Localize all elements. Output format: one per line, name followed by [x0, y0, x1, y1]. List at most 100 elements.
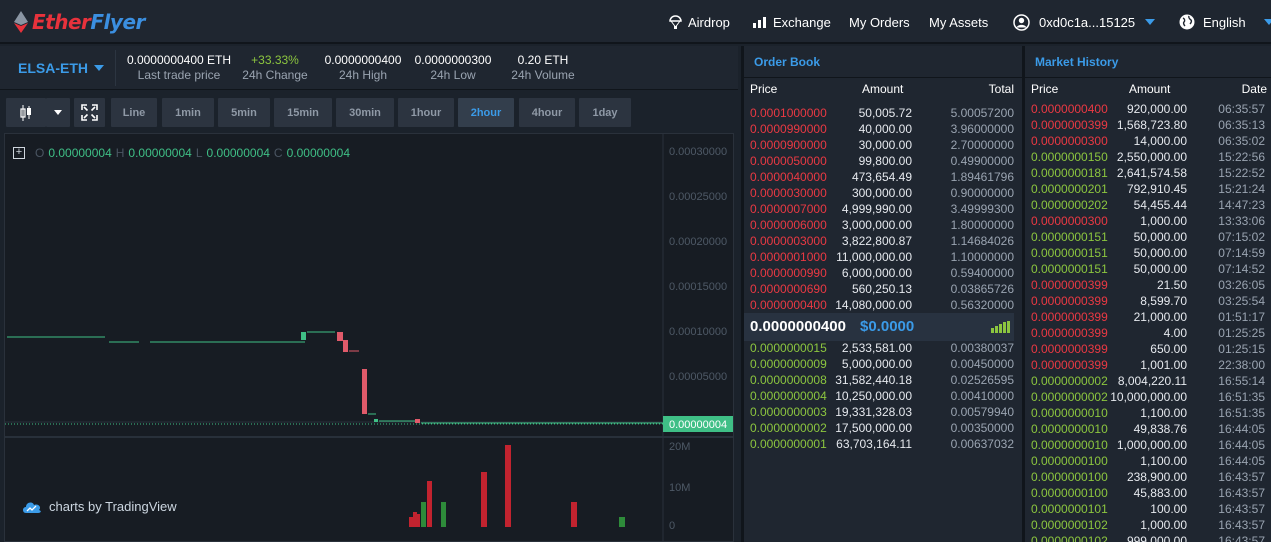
bid-total: 0.00350000: [950, 421, 1014, 435]
order-row[interactable]: 0.0000000102 999,000.00 16:43:57: [1025, 533, 1271, 542]
order-row[interactable]: 0.0000000100 238,900.00 16:43:57: [1025, 469, 1271, 485]
nav-my-assets[interactable]: My Assets: [929, 0, 988, 44]
order-row[interactable]: 0.0000000003 19,331,328.03 0.00579940: [744, 404, 1022, 420]
order-row[interactable]: 0.0000000399 4.00 01:25:25: [1025, 325, 1271, 341]
trade-time: 16:51:35: [1218, 390, 1265, 404]
plus-icon[interactable]: +: [13, 147, 25, 159]
order-row[interactable]: 0.0000000151 50,000.00 07:14:59: [1025, 245, 1271, 261]
order-row[interactable]: 0.0000990000 40,000.00 3.96000000: [744, 121, 1022, 137]
chart-type-button[interactable]: [6, 98, 46, 127]
order-row[interactable]: 0.0000001000 11,000,000.00 1.10000000: [744, 249, 1022, 265]
account-menu[interactable]: 0xd0c1a...15125: [1013, 0, 1156, 44]
mid-price: 0.0000000400: [750, 318, 846, 335]
order-row[interactable]: 0.0000000151 50,000.00 07:15:02: [1025, 229, 1271, 245]
order-row[interactable]: 0.0000000010 49,838.76 16:44:05: [1025, 421, 1271, 437]
interval-5min[interactable]: 5min: [218, 98, 270, 127]
ask-total: 0.56320000: [950, 298, 1014, 312]
order-row[interactable]: 0.0000000399 21,000.00 01:51:17: [1025, 309, 1271, 325]
order-row[interactable]: 0.0000000009 5,000,000.00 0.00450000: [744, 356, 1022, 372]
order-row[interactable]: 0.0000000002 8,004,220.11 16:55:14: [1025, 373, 1271, 389]
order-row[interactable]: 0.0000000399 1,568,723.80 06:35:13: [1025, 117, 1271, 133]
ohlc-low-label: L: [195, 146, 203, 160]
order-row[interactable]: 0.0000000002 10,000,000.00 16:51:35: [1025, 389, 1271, 405]
candles: [7, 331, 663, 424]
order-row[interactable]: 0.0000000100 45,883.00 16:43:57: [1025, 485, 1271, 501]
trade-price: 0.0000000151: [1031, 262, 1108, 276]
trade-amount: 1,001.00: [1140, 358, 1187, 372]
trade-amount: 8,004,220.11: [1117, 374, 1187, 388]
order-row[interactable]: 0.0000000202 54,455.44 14:47:23: [1025, 197, 1271, 213]
logo[interactable]: EtherFlyer: [14, 10, 145, 34]
order-row[interactable]: 0.0000000102 1,000.00 16:43:57: [1025, 517, 1271, 533]
ob-header-price: Price: [750, 82, 778, 96]
trade-amount: 1,568,723.80: [1116, 118, 1187, 132]
order-row[interactable]: 0.0000000399 8,599.70 03:25:54: [1025, 293, 1271, 309]
order-row[interactable]: 0.0000000015 2,533,581.00 0.00380037: [744, 340, 1022, 356]
order-row[interactable]: 0.0000007000 4,999,990.00 3.49999300: [744, 201, 1022, 217]
interval-1hour[interactable]: 1hour: [398, 98, 454, 127]
trade-time: 16:43:57: [1218, 518, 1265, 532]
order-row[interactable]: 0.0000000300 14,000.00 06:35:02: [1025, 133, 1271, 149]
order-row[interactable]: 0.0000030000 300,000.00 0.90000000: [744, 185, 1022, 201]
order-row[interactable]: 0.0000000181 2,641,574.58 15:22:52: [1025, 165, 1271, 181]
ohlc-high-value: 0.00000004: [128, 146, 192, 160]
interval-4hour[interactable]: 4hour: [519, 98, 575, 127]
ask-price: 0.0000030000: [750, 186, 827, 200]
order-row[interactable]: 0.0000000400 920,000.00 06:35:57: [1025, 101, 1271, 117]
nav-my-orders[interactable]: My Orders: [849, 0, 910, 44]
trade-price: 0.0000000102: [1031, 534, 1108, 542]
ask-price: 0.0000003000: [750, 234, 827, 248]
price-tick-label: 0.00030000: [669, 146, 727, 158]
nav-exchange[interactable]: Exchange: [752, 0, 831, 44]
tradingview-branding[interactable]: charts by TradingView: [21, 499, 177, 514]
order-row[interactable]: 0.0000000690 560,250.13 0.03865726: [744, 281, 1022, 297]
order-row[interactable]: 0.0000000399 21.50 03:26:05: [1025, 277, 1271, 293]
fullscreen-button[interactable]: [74, 98, 105, 127]
order-row[interactable]: 0.0000000100 1,100.00 16:44:05: [1025, 453, 1271, 469]
order-row[interactable]: 0.0000040000 473,654.49 1.89461796: [744, 169, 1022, 185]
nav-airdrop[interactable]: Airdrop: [669, 0, 730, 44]
last-price-stat: 0.0000000400 ETH Last trade price: [124, 53, 234, 83]
order-row[interactable]: 0.0000000010 1,000,000.00 16:44:05: [1025, 437, 1271, 453]
order-row[interactable]: 0.0000050000 99,800.00 0.49900000: [744, 153, 1022, 169]
order-row[interactable]: 0.0000000150 2,550,000.00 15:22:56: [1025, 149, 1271, 165]
order-row[interactable]: 0.0000000002 17,500,000.00 0.00350000: [744, 420, 1022, 436]
volume-value: 0.20 ETH: [517, 53, 569, 67]
ask-price: 0.0000000400: [750, 298, 827, 312]
low-label: 24h Low: [430, 68, 476, 82]
interval-15min[interactable]: 15min: [274, 98, 332, 127]
order-row[interactable]: 0.0000000399 1,001.00 22:38:00: [1025, 357, 1271, 373]
language-menu[interactable]: English: [1179, 0, 1271, 44]
order-row[interactable]: 0.0000000990 6,000,000.00 0.59400000: [744, 265, 1022, 281]
order-row[interactable]: 0.0000000010 1,100.00 16:51:35: [1025, 405, 1271, 421]
order-row[interactable]: 0.0000000001 63,703,164.11 0.00637032: [744, 436, 1022, 452]
chart-type-dropdown[interactable]: [46, 98, 70, 127]
ask-total: 3.96000000: [950, 122, 1014, 136]
interval-2hour[interactable]: 2hour: [458, 98, 514, 127]
order-row[interactable]: 0.0000003000 3,822,800.87 1.14684026: [744, 233, 1022, 249]
order-row[interactable]: 0.0001000000 50,005.72 5.00057200: [744, 105, 1022, 121]
price-chart[interactable]: 0.00030000 0.00025000 0.00020000 0.00015000…: [4, 133, 734, 542]
order-row[interactable]: 0.0000900000 30,000.00 2.70000000: [744, 137, 1022, 153]
order-row[interactable]: 0.0000000400 14,080,000.00 0.56320000: [744, 297, 1022, 313]
trade-price: 0.0000000010: [1031, 438, 1108, 452]
interval-1day[interactable]: 1day: [579, 98, 631, 127]
pair-selector[interactable]: ELSA-ETH: [18, 60, 104, 76]
order-row[interactable]: 0.0000000201 792,910.45 15:21:24: [1025, 181, 1271, 197]
order-row[interactable]: 0.0000000101 100.00 16:43:57: [1025, 501, 1271, 517]
order-row[interactable]: 0.0000000151 50,000.00 07:14:52: [1025, 261, 1271, 277]
interval-line[interactable]: Line: [111, 98, 157, 127]
order-row[interactable]: 0.0000000008 31,582,440.18 0.02526595: [744, 372, 1022, 388]
chart-canvas[interactable]: 0.00030000 0.00025000 0.00020000 0.00015000…: [5, 134, 733, 541]
divider: [115, 50, 116, 86]
interval-1min[interactable]: 1min: [162, 98, 214, 127]
order-row[interactable]: 0.0000000004 10,250,000.00 0.00410000: [744, 388, 1022, 404]
ob-header-amount: Amount: [862, 82, 904, 96]
trade-time: 03:26:05: [1218, 278, 1265, 292]
order-row[interactable]: 0.0000000300 1,000.00 13:33:06: [1025, 213, 1271, 229]
order-row[interactable]: 0.0000006000 3,000,000.00 1.80000000: [744, 217, 1022, 233]
order-row[interactable]: 0.0000000399 650.00 01:25:15: [1025, 341, 1271, 357]
trade-amount: 1,000.00: [1140, 214, 1187, 228]
interval-30min[interactable]: 30min: [336, 98, 394, 127]
trade-time: 15:22:52: [1218, 166, 1265, 180]
